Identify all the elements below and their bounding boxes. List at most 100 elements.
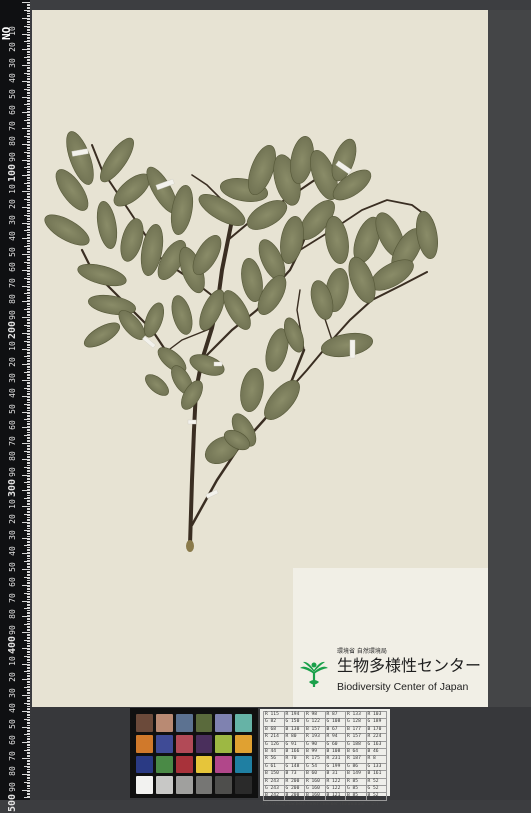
table-cell: G 150 <box>283 718 305 727</box>
table-cell: B 157 <box>304 725 326 735</box>
table-cell: G 90 <box>304 740 326 750</box>
table-cell: R 224 <box>365 733 387 742</box>
table-cell: B 68 <box>263 725 285 735</box>
table-cell: B 177 <box>345 725 367 735</box>
color-swatch <box>215 755 233 774</box>
top-border <box>30 0 531 10</box>
table-cell: G 60 <box>324 740 346 750</box>
table-cell: R 87 <box>324 710 346 720</box>
table-cell: G 86 <box>345 762 367 772</box>
table-cell: R 122 <box>324 777 346 787</box>
table-cell: B 170 <box>365 725 387 735</box>
table-cell: G 61 <box>263 762 285 772</box>
color-swatch <box>136 714 153 732</box>
table-row: B 150 B 73 B 60 B 31 B 149 B 161 <box>263 770 387 779</box>
table-cell: G 82 <box>263 718 285 727</box>
ruler-label: 500 <box>7 793 18 812</box>
color-swatch <box>195 734 213 753</box>
table-cell: R 193 <box>304 733 326 742</box>
table-cell: R 231 <box>324 755 346 764</box>
table-cell: B 67 <box>324 725 346 735</box>
table-cell: B 46 <box>365 748 387 757</box>
table-cell: G 160 <box>304 785 326 794</box>
table-row: R 214 R 80 R 193 R 94 R 157 R 224 <box>263 733 387 742</box>
color-swatch <box>155 776 173 794</box>
institution-label: 環境省 自然環境局 生物多様性センター Biodiversity Center … <box>293 568 488 708</box>
stem-base <box>186 540 194 552</box>
table-cell: R 175 <box>304 755 326 764</box>
table-row: G 61 G 148 G 54 G 199 G 86 G 133 <box>263 762 387 772</box>
table-cell: B 60 <box>304 770 326 779</box>
table-cell: G 52 <box>365 785 387 794</box>
table-row: G 126 G 91 G 90 G 60 G 188 G 163 <box>263 740 387 750</box>
color-swatch <box>195 714 213 732</box>
table-cell: B 31 <box>324 770 346 779</box>
color-values-table: R 115 R 194 R 98 R 87 R 133 R 103 G 82 G 150 G 1… <box>263 710 387 801</box>
table-cell: G 122 <box>324 785 346 794</box>
table-row: B 68 B 130 B 157 B 67 B 177 B 170 <box>263 725 387 735</box>
table-cell: B 73 <box>283 770 305 779</box>
color-swatch <box>136 755 153 774</box>
table-cell: R 160 <box>304 777 326 787</box>
color-swatch <box>136 734 153 753</box>
center-name-japanese: 生物多様性センター <box>337 656 482 675</box>
table-cell: R 115 <box>263 710 285 720</box>
table-cell: R 157 <box>345 733 367 742</box>
stems <box>80 144 433 547</box>
color-swatch <box>235 776 252 794</box>
color-swatch <box>235 755 252 774</box>
color-swatch <box>136 776 153 794</box>
ministry-name: 環境省 自然環境局 <box>337 648 387 655</box>
table-cell: G 133 <box>365 762 387 772</box>
measurement-ruler: NO 10 20 30 40 50 60 70 80 90 100 10 20 30 40 50 60 70 80… <box>0 0 30 812</box>
table-cell: G 128 <box>345 718 367 727</box>
table-cell: G 148 <box>283 762 305 772</box>
table-cell: R 98 <box>304 710 326 720</box>
table-cell: R 200 <box>283 777 305 787</box>
color-swatch <box>195 776 213 794</box>
herbarium-specimen-photo: NO 10 20 30 40 50 60 70 80 90 100 10 20 30 40 50 60 70 80… <box>0 0 531 812</box>
table-cell: R 194 <box>283 710 305 720</box>
color-swatch <box>235 734 252 753</box>
table-cell: B 149 <box>345 770 367 779</box>
color-checker-card <box>130 708 258 798</box>
table-cell: B 150 <box>263 770 285 779</box>
table-cell: G 108 <box>324 718 346 727</box>
table-cell: R 85 <box>345 777 367 787</box>
table-cell: G 199 <box>324 762 346 772</box>
table-cell: B 52 <box>365 792 387 801</box>
table-cell: B 64 <box>345 748 367 757</box>
color-checker-caption: by GretagMacbeth color checker (Illumina… <box>263 801 379 807</box>
color-swatch <box>175 776 193 794</box>
table-cell: G 85 <box>345 785 367 794</box>
table-cell: R 52 <box>365 777 387 787</box>
table-cell: G 188 <box>345 740 367 750</box>
table-cell: R 56 <box>263 755 285 764</box>
color-swatch <box>155 714 173 732</box>
color-swatch <box>175 714 193 732</box>
table-cell: G 54 <box>304 762 326 772</box>
table-cell: R 103 <box>365 710 387 720</box>
center-name-english: Biodiversity Center of Japan <box>337 681 469 693</box>
table-cell: B 121 <box>324 792 346 801</box>
color-swatch <box>215 714 233 732</box>
table-cell: R 187 <box>345 755 367 764</box>
color-swatch <box>175 755 193 774</box>
table-cell: G 243 <box>263 785 285 794</box>
table-row: B 44 B 166 B 99 B 108 B 64 B 46 <box>263 748 387 757</box>
table-cell: B 242 <box>263 792 285 801</box>
table-cell: R 80 <box>283 733 305 742</box>
table-cell: B 166 <box>283 748 305 757</box>
table-cell: G 126 <box>263 740 285 750</box>
color-swatch <box>155 755 173 774</box>
color-values-card: R 115 R 194 R 98 R 87 R 133 R 103 G 82 G 150 G 1… <box>260 709 390 807</box>
table-cell: B 161 <box>365 770 387 779</box>
table-cell: G 200 <box>283 785 305 794</box>
right-border <box>488 10 531 707</box>
table-cell: R 8 <box>365 755 387 764</box>
color-swatch <box>155 734 173 753</box>
table-cell: R 243 <box>263 777 285 787</box>
table-cell: G 91 <box>283 740 305 750</box>
table-row: B 242 B 200 B 160 B 121 B 85 B 52 <box>263 792 387 801</box>
leaves <box>44 131 438 465</box>
